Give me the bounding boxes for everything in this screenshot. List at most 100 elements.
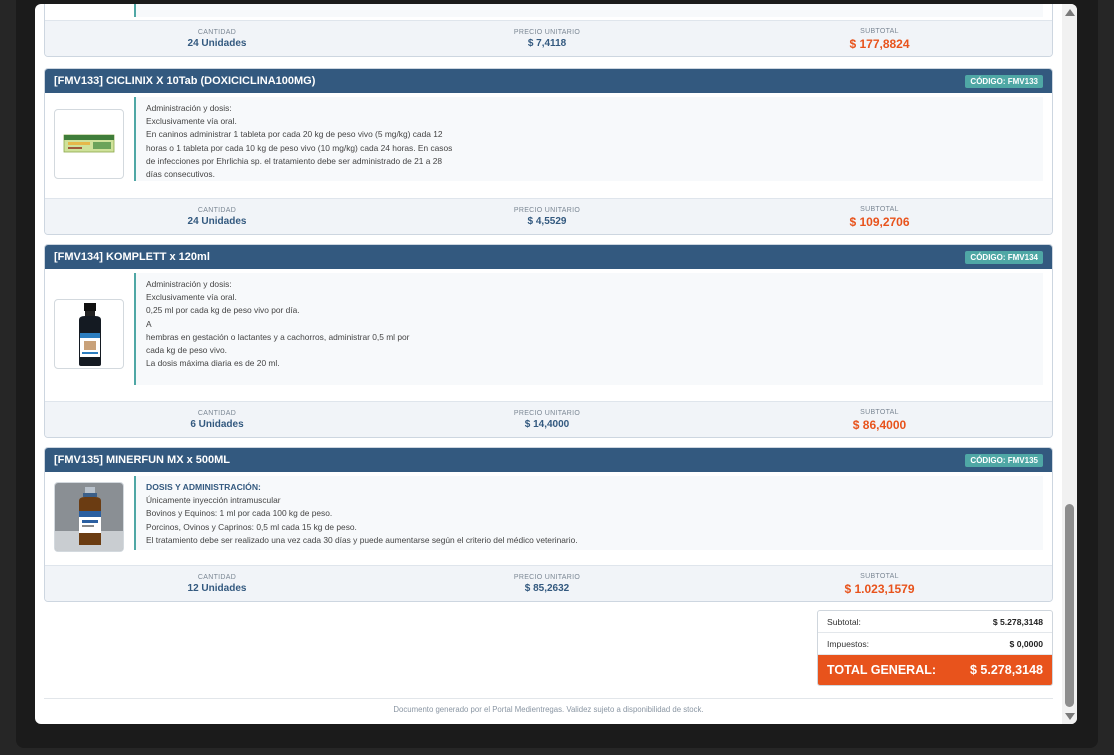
description-line: En caninos administrar 1 tableta por cad…: [146, 129, 443, 140]
description-line: de infecciones por Ehrlichia sp. el trat…: [146, 155, 443, 166]
subtotal-column: SUBTOTAL $ 109,2706: [705, 199, 1052, 234]
product-title: [FMV135] MINERFUN MX x 500ML: [54, 454, 231, 466]
description-line: hembras en gestación o lactantes y a cac…: [146, 331, 410, 342]
document-footer-note: Documento generado por el Portal Medient…: [44, 698, 1053, 714]
subtotal-value: $ 1.023,1579: [844, 581, 915, 596]
modal-content: CANTIDAD 24 Unidades PRECIO UNITARIO $ 7…: [35, 4, 1062, 724]
description-line: Administración y dosis:: [146, 279, 232, 289]
totals-subtotal-value: $ 5.278,3148: [992, 616, 1043, 627]
description-line: Exclusivamente vía oral.: [146, 116, 237, 127]
grand-total-row: TOTAL GENERAL: $ 5.278,3148: [818, 655, 1052, 685]
bottle-image: [79, 303, 101, 366]
quantity-label: CANTIDAD: [197, 29, 237, 36]
product-image: [54, 109, 124, 179]
scroll-up-arrow-icon[interactable]: [1065, 9, 1075, 16]
unit-price-value: $ 7,4118: [527, 38, 567, 49]
description-line: La dosis máxima diaria es de 20 ml.: [146, 358, 280, 369]
description-line: Porcinos, Ovinos y Caprinos: 0,5 ml cada…: [146, 521, 357, 532]
card-footer: CANTIDAD 24 Unidades PRECIO UNITARIO $ 7…: [45, 20, 1052, 56]
product-card: [FMV135] MINERFUN MX x 500ML CÓDIGO: FMV…: [44, 447, 1053, 602]
quantity-value: 24 Unidades: [187, 216, 247, 227]
quantity-label: CANTIDAD: [197, 410, 237, 417]
card-header: [FMV134] KOMPLETT x 120ml CÓDIGO: FMV134: [45, 245, 1052, 269]
product-code-badge: CÓDIGO: FMV134: [965, 250, 1043, 264]
quantity-column: CANTIDAD 24 Unidades: [45, 199, 389, 234]
quantity-value: 24 Unidades: [187, 38, 247, 49]
description-line: Únicamente inyección intramuscular: [146, 495, 281, 506]
quantity-value: 6 Unidades: [190, 419, 244, 430]
description-line: días consecutivos.: [146, 169, 215, 180]
vertical-scrollbar[interactable]: [1062, 4, 1077, 724]
product-description: Administración y dosis: Exclusivamente v…: [134, 273, 1043, 385]
product-description: [134, 4, 1043, 17]
card-body: DOSIS Y ADMINISTRACIÓN: Únicamente inyec…: [45, 472, 1052, 566]
unit-price-column: PRECIO UNITARIO $ 85,2632: [389, 566, 705, 601]
card-footer: CANTIDAD 24 Unidades PRECIO UNITARIO $ 4…: [45, 198, 1052, 234]
subtotal-value: $ 109,2706: [849, 214, 910, 229]
grand-total-label: TOTAL GENERAL:: [827, 663, 937, 677]
card-body: [45, 4, 1052, 21]
product-description: DOSIS Y ADMINISTRACIÓN: Únicamente inyec…: [134, 476, 1043, 550]
unit-price-column: PRECIO UNITARIO $ 7,4118: [389, 21, 705, 56]
product-title: [FMV134] KOMPLETT x 120ml: [54, 251, 210, 263]
quantity-value: 12 Unidades: [187, 583, 247, 594]
totals-subtotal-row: Subtotal: $ 5.278,3148: [818, 611, 1052, 633]
product-description: Administración y dosis: Exclusivamente v…: [134, 97, 1043, 181]
totals-tax-label: Impuestos:: [827, 638, 870, 649]
tablet-box-image: [63, 134, 115, 153]
unit-price-label: PRECIO UNITARIO: [513, 207, 581, 214]
subtotal-column: SUBTOTAL $ 86,4000: [705, 402, 1052, 437]
subtotal-value: $ 86,4000: [852, 417, 907, 432]
product-code-badge: CÓDIGO: FMV135: [965, 453, 1043, 467]
subtotal-label: SUBTOTAL: [860, 205, 899, 213]
product-image: [54, 482, 124, 552]
quantity-label: CANTIDAD: [197, 574, 237, 581]
subtotal-label: SUBTOTAL: [860, 408, 899, 416]
product-card: [FMV134] KOMPLETT x 120ml CÓDIGO: FMV134: [44, 244, 1053, 438]
description-heading: DOSIS Y ADMINISTRACIÓN:: [146, 482, 261, 492]
totals-tax-value: $ 0,0000: [1009, 638, 1043, 649]
unit-price-label: PRECIO UNITARIO: [513, 410, 581, 417]
vial-bottle-image: [55, 483, 123, 551]
quantity-column: CANTIDAD 6 Unidades: [45, 402, 389, 437]
product-card: [FMV133] CICLINIX X 10Tab (DOXICICLINA10…: [44, 68, 1053, 235]
unit-price-label: PRECIO UNITARIO: [513, 574, 581, 581]
description-line: El tratamiento debe ser realizado una ve…: [146, 534, 578, 545]
subtotal-value: $ 177,8824: [849, 36, 910, 51]
product-title: [FMV133] CICLINIX X 10Tab (DOXICICLINA10…: [54, 75, 316, 87]
product-card: CANTIDAD 24 Unidades PRECIO UNITARIO $ 7…: [44, 4, 1053, 57]
unit-price-value: $ 14,4000: [524, 419, 570, 430]
totals-subtotal-label: Subtotal:: [827, 616, 861, 627]
subtotal-label: SUBTOTAL: [860, 27, 899, 35]
unit-price-value: $ 4,5529: [527, 216, 567, 227]
card-body: Administración y dosis: Exclusivamente v…: [45, 93, 1052, 199]
product-image: [54, 299, 124, 369]
card-body: Administración y dosis: Exclusivamente v…: [45, 269, 1052, 402]
unit-price-label: PRECIO UNITARIO: [513, 29, 581, 36]
card-header: [FMV135] MINERFUN MX x 500ML CÓDIGO: FMV…: [45, 448, 1052, 472]
quantity-column: CANTIDAD 24 Unidades: [45, 21, 389, 56]
card-header: [FMV133] CICLINIX X 10Tab (DOXICICLINA10…: [45, 69, 1052, 93]
grand-total-value: $ 5.278,3148: [970, 663, 1043, 677]
description-line: Bovinos y Equinos: 1 ml por cada 100 kg …: [146, 508, 333, 519]
totals-tax-row: Impuestos: $ 0,0000: [818, 633, 1052, 655]
order-modal: CANTIDAD 24 Unidades PRECIO UNITARIO $ 7…: [35, 4, 1077, 724]
description-line: Administración y dosis:: [146, 103, 232, 113]
scroll-down-arrow-icon[interactable]: [1065, 713, 1075, 720]
description-line: horas o 1 tableta por cada 10 kg de peso…: [146, 142, 453, 153]
scrollbar-thumb[interactable]: [1065, 504, 1074, 707]
subtotal-column: SUBTOTAL $ 1.023,1579: [705, 566, 1052, 601]
totals-box: Subtotal: $ 5.278,3148 Impuestos: $ 0,00…: [817, 610, 1053, 686]
quantity-label: CANTIDAD: [197, 207, 237, 214]
description-line: cada kg de peso vivo.: [146, 345, 228, 356]
card-footer: CANTIDAD 6 Unidades PRECIO UNITARIO $ 14…: [45, 401, 1052, 437]
unit-price-value: $ 85,2632: [524, 583, 570, 594]
description-line: Exclusivamente vía oral.: [146, 292, 237, 303]
card-footer: CANTIDAD 12 Unidades PRECIO UNITARIO $ 8…: [45, 565, 1052, 601]
subtotal-label: SUBTOTAL: [860, 572, 899, 580]
product-code-badge: CÓDIGO: FMV133: [965, 74, 1043, 88]
description-line: 0,25 ml por cada kg de peso vivo por día…: [146, 305, 300, 316]
unit-price-column: PRECIO UNITARIO $ 14,4000: [389, 402, 705, 437]
description-line: A: [146, 318, 152, 329]
unit-price-column: PRECIO UNITARIO $ 4,5529: [389, 199, 705, 234]
